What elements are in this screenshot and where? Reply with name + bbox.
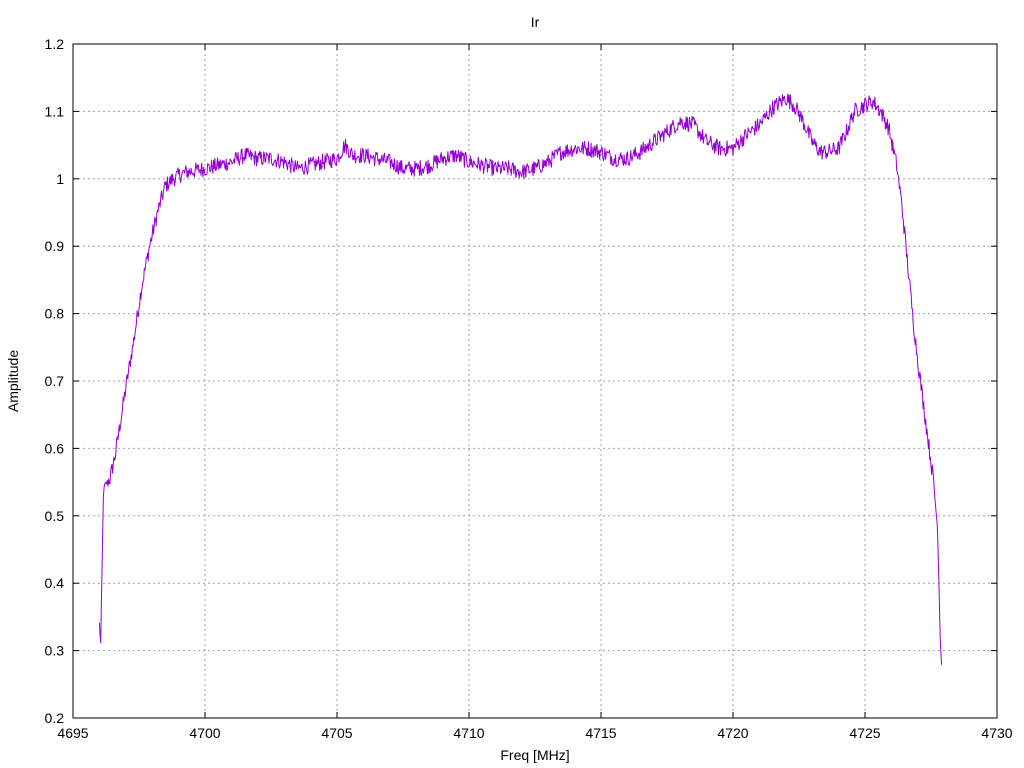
y-tick-label: 1.2 xyxy=(45,36,65,52)
y-tick-label: 0.7 xyxy=(45,373,65,389)
x-tick-label: 4710 xyxy=(453,725,484,741)
y-tick-label: 0.6 xyxy=(45,440,65,456)
y-tick-label: 0.3 xyxy=(45,643,65,659)
y-tick-label: 0.2 xyxy=(45,710,65,726)
x-tick-label: 4725 xyxy=(849,725,880,741)
y-tick-label: 1.1 xyxy=(45,103,65,119)
y-tick-label: 1 xyxy=(56,171,64,187)
x-axis-label: Freq [MHz] xyxy=(500,747,569,763)
x-tick-label: 4715 xyxy=(585,725,616,741)
y-tick-label: 0.9 xyxy=(45,238,65,254)
y-tick-label: 0.4 xyxy=(45,575,65,591)
x-tick-label: 4695 xyxy=(57,725,88,741)
chart-title: Ir xyxy=(531,14,540,30)
x-tick-label: 4720 xyxy=(717,725,748,741)
chart: 4695 4700 4705 4710 4715 4720 4725 4730 0.2 0.3 0.… xyxy=(0,0,1024,768)
x-tick-label: 4705 xyxy=(321,725,352,741)
chart-background xyxy=(0,0,1024,768)
x-tick-label: 4700 xyxy=(189,725,220,741)
y-axis-label: Amplitude xyxy=(5,350,21,412)
y-tick-label: 0.5 xyxy=(45,508,65,524)
x-tick-label: 4730 xyxy=(981,725,1012,741)
y-tick-label: 0.8 xyxy=(45,306,65,322)
